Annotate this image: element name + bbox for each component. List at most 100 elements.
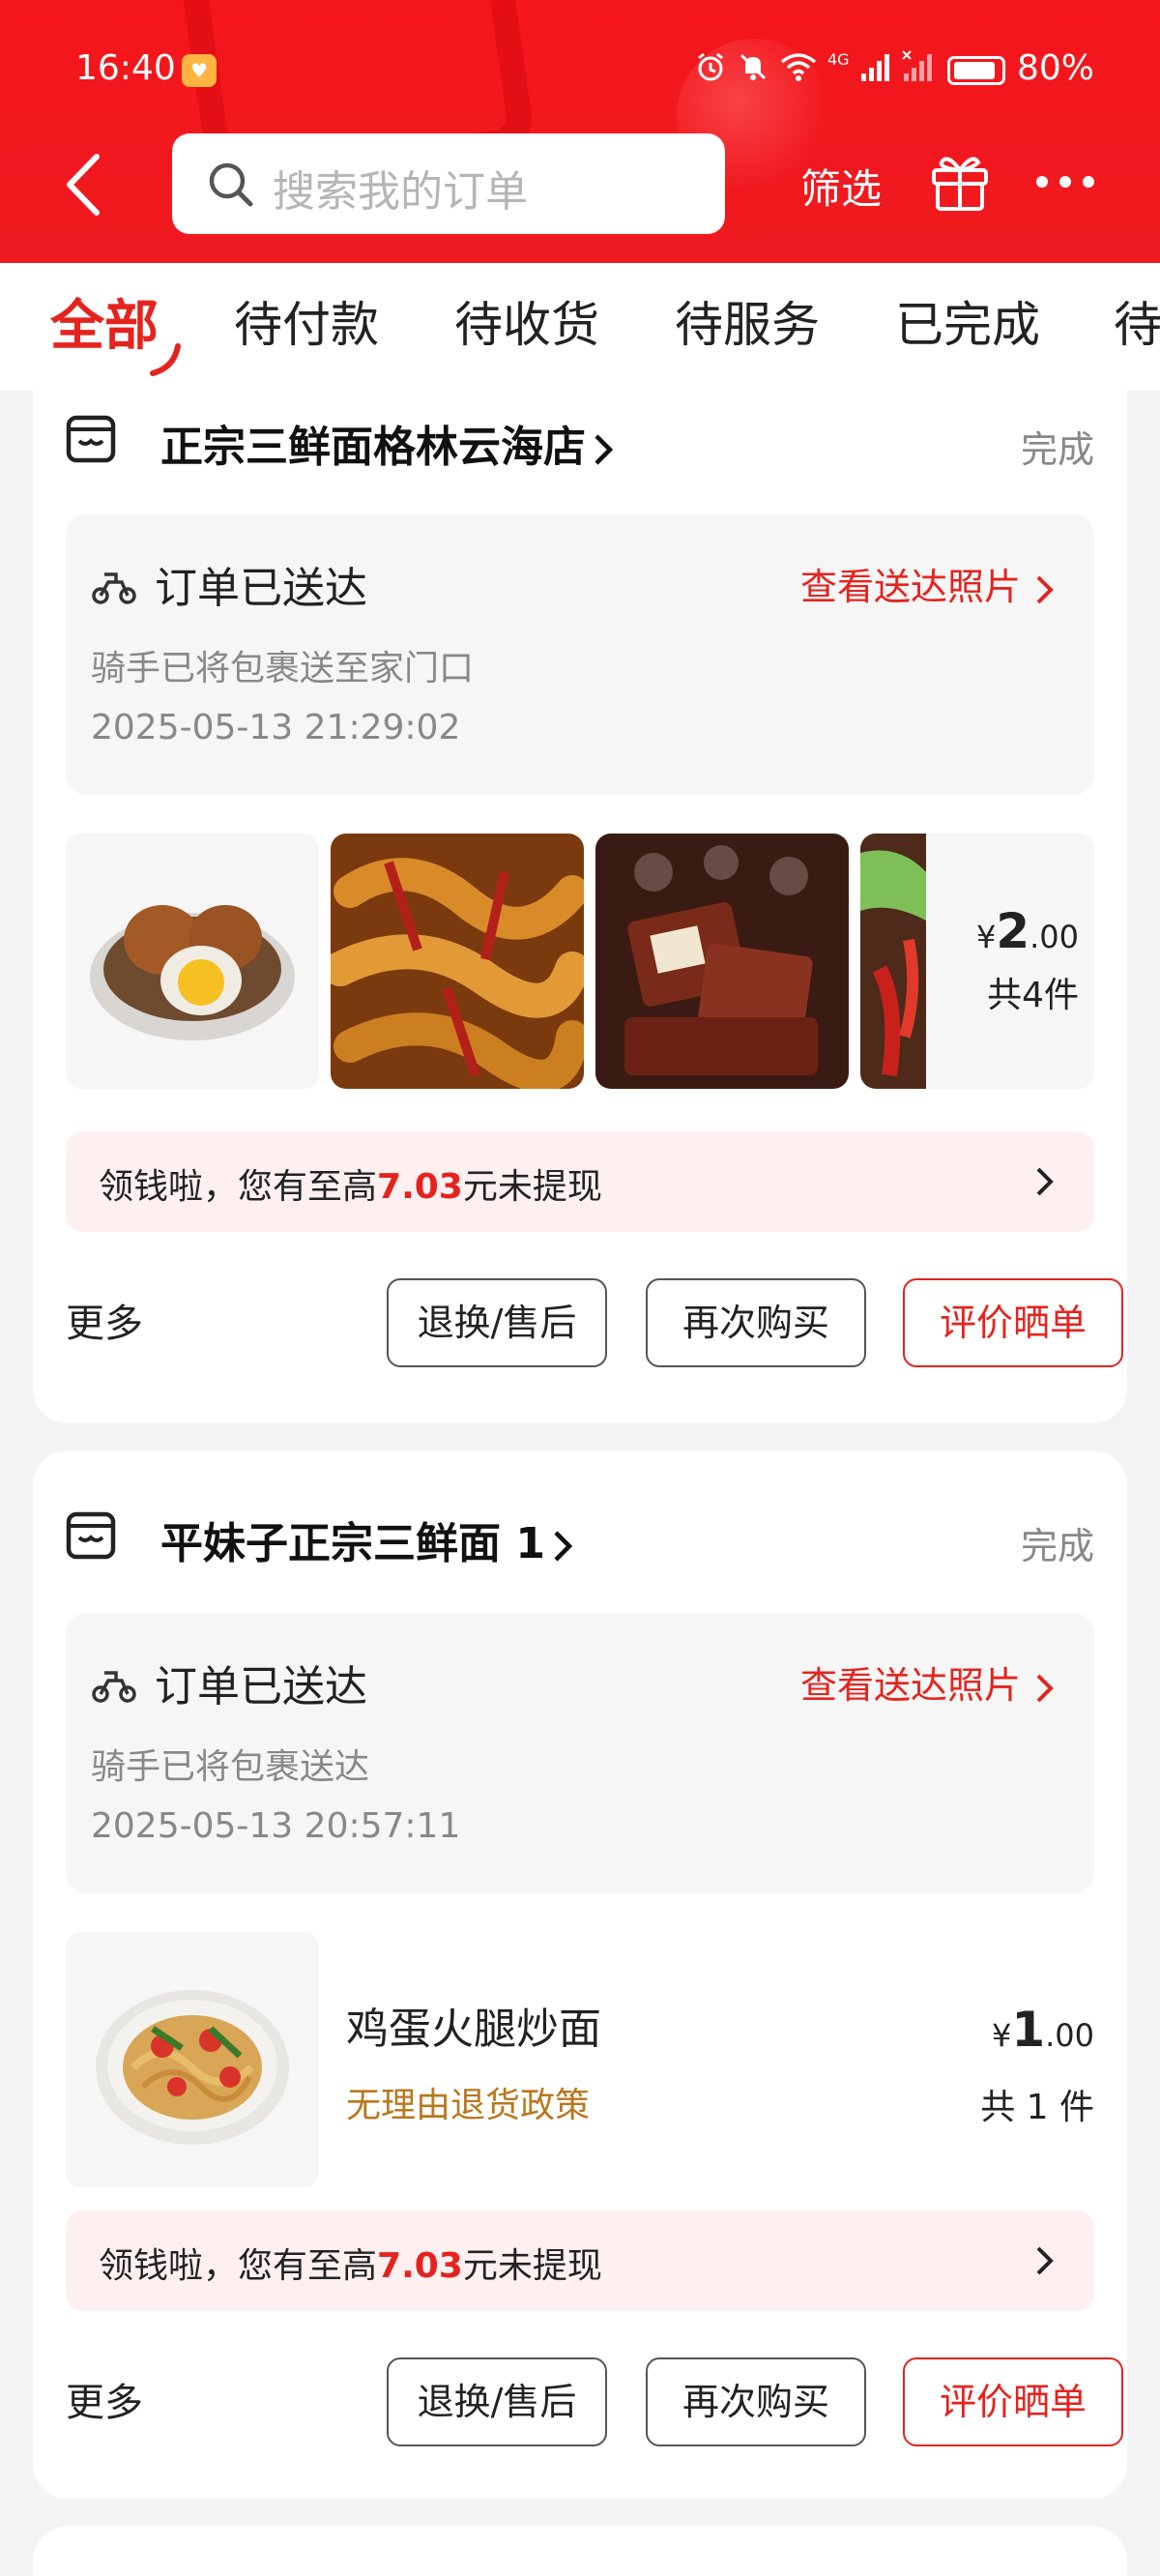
- search-input[interactable]: 搜索我的订单: [172, 133, 725, 234]
- thumb-spicy-beef-slices[interactable]: ¥2.00 共4件: [860, 834, 1094, 1089]
- view-delivery-photo-link[interactable]: 查看送达照片: [800, 1655, 1056, 1709]
- more-options-icon[interactable]: [1032, 170, 1098, 193]
- order-actions: 更多 退换/售后 再次购买 评价晒单: [66, 1278, 1123, 1367]
- spicy-chicken-feet-image: [331, 834, 584, 1089]
- order-item[interactable]: 鸡蛋火腿炒面 无理由退货政策 ¥1.00 共 1 件: [66, 1932, 1094, 2187]
- thumb-spicy-chicken-feet[interactable]: [331, 834, 584, 1089]
- status-icons: 4G: [694, 50, 935, 83]
- view-delivery-photo-link[interactable]: 查看送达照片: [800, 557, 1056, 610]
- shop-icon: [66, 415, 116, 463]
- scooter-icon: [92, 572, 136, 604]
- tab-pending-receipt[interactable]: 待收货: [454, 286, 599, 356]
- delivery-time: 2025-05-13 21:29:02: [91, 708, 461, 747]
- item-count: 共 1 件: [980, 2088, 1094, 2127]
- delivery-subtitle: 骑手已将包裹送至家门口: [91, 649, 475, 688]
- network-type: 4G: [827, 50, 850, 69]
- delivery-title: 订单已送达: [155, 1662, 367, 1712]
- item-return-policy: 无理由退货政策: [346, 2086, 591, 2125]
- chevron-right-icon: [1036, 1674, 1054, 1702]
- order-card[interactable]: 正宗三鲜面格林云海店 完成 订单已送达 查看送达照片 骑手已将包裹送至家门口 2…: [33, 383, 1127, 1423]
- wifi-icon: [780, 53, 817, 81]
- item-count: 共4件: [987, 976, 1079, 1015]
- order-card-partial[interactable]: [33, 2526, 1127, 2576]
- shop-header[interactable]: 平妹子正宗三鲜面 1 完成: [66, 1501, 1094, 1568]
- return-aftersale-button[interactable]: 退换/售后: [387, 2357, 607, 2446]
- item-price: ¥1.00: [992, 2002, 1094, 2058]
- cashback-promo[interactable]: 领钱啦，您有至高7.03元未提现: [66, 2210, 1094, 2311]
- alarm-icon: [698, 52, 723, 81]
- mute-icon: [740, 53, 767, 80]
- tab-active-indicator: [150, 343, 181, 376]
- item-thumbnail[interactable]: [66, 1932, 319, 2187]
- search-row: 搜索我的订单 筛选: [0, 132, 1160, 236]
- price-symbol: ¥: [991, 2017, 1012, 2054]
- shop-name-text: 正宗三鲜面格林云海店: [160, 423, 586, 472]
- promo-prefix: 领钱啦，您有至高: [99, 1167, 378, 1207]
- shop-header[interactable]: 正宗三鲜面格林云海店 完成: [66, 404, 1094, 472]
- promo-prefix: 领钱啦，您有至高: [99, 2246, 378, 2286]
- buy-again-button[interactable]: 再次购买: [646, 1278, 866, 1367]
- tab-completed[interactable]: 已完成: [895, 286, 1040, 356]
- battery-icon: [947, 56, 1005, 85]
- delivery-info: 订单已送达 查看送达照片 骑手已将包裹送达 2025-05-13 20:57:1…: [66, 1613, 1094, 1893]
- shop-name[interactable]: 平妹子正宗三鲜面 1: [160, 1508, 574, 1570]
- order-status: 完成: [1020, 1525, 1094, 1567]
- chevron-right-icon: [1036, 2246, 1054, 2275]
- price-int: 2: [996, 903, 1030, 959]
- gift-icon[interactable]: [928, 149, 992, 213]
- back-arrow-icon[interactable]: [58, 151, 116, 219]
- shop-name-text: 平妹子正宗三鲜面 1: [160, 1519, 545, 1568]
- delivery-info: 订单已送达 查看送达照片 骑手已将包裹送至家门口 2025-05-13 21:2…: [66, 514, 1094, 795]
- chevron-right-icon: [594, 434, 614, 465]
- chevron-right-icon: [554, 1531, 573, 1562]
- status-time: 16:40: [75, 48, 176, 88]
- buy-again-button[interactable]: 再次购买: [646, 2357, 866, 2446]
- signal-icon: [860, 54, 889, 81]
- order-price: ¥2.00 共4件: [976, 903, 1079, 1017]
- braised-eggs-image: [90, 905, 295, 1040]
- thumb-braised-eggs[interactable]: [66, 834, 319, 1089]
- review-button[interactable]: 评价晒单: [903, 2357, 1123, 2446]
- promo-amount: 7.03: [377, 1167, 463, 1207]
- item-name[interactable]: 鸡蛋火腿炒面: [346, 1994, 601, 2056]
- braised-tofu-image: [595, 834, 849, 1089]
- order-tabs: 全部 待付款 待收货 待服务 已完成 待: [0, 263, 1160, 391]
- promo-text: 领钱啦，您有至高7.03元未提现: [99, 2238, 602, 2288]
- order-card[interactable]: 平妹子正宗三鲜面 1 完成 订单已送达 查看送达照片 骑手已将包裹送达 2025…: [33, 1450, 1127, 2499]
- order-status: 完成: [1020, 428, 1094, 471]
- delivery-photo-link-text: 查看送达照片: [799, 1664, 1021, 1707]
- price-symbol: ¥: [975, 919, 997, 955]
- tab-pending-service[interactable]: 待服务: [675, 286, 820, 356]
- delivery-photo-link-text: 查看送达照片: [799, 566, 1021, 608]
- chevron-right-icon: [1036, 575, 1054, 603]
- price-dec: .00: [1045, 2017, 1094, 2054]
- order-thumbnails[interactable]: ¥2.00 共4件: [66, 834, 1094, 1089]
- review-button[interactable]: 评价晒单: [903, 1278, 1123, 1367]
- search-placeholder: 搜索我的订单: [273, 167, 528, 217]
- order-actions: 更多 退换/售后 再次购买 评价晒单: [66, 2357, 1123, 2446]
- return-aftersale-button[interactable]: 退换/售后: [387, 1278, 607, 1367]
- tab-more[interactable]: 待: [1114, 286, 1160, 356]
- more-link[interactable]: 更多: [66, 1292, 143, 1348]
- price-int: 1: [1011, 2002, 1046, 2058]
- battery-percent: 80%: [1017, 48, 1095, 88]
- chevron-right-icon: [1036, 1167, 1054, 1196]
- search-icon: [209, 162, 253, 207]
- delivery-time: 2025-05-13 20:57:11: [91, 1806, 461, 1846]
- promo-suffix: 元未提现: [462, 1167, 602, 1207]
- cashback-promo[interactable]: 领钱啦，您有至高7.03元未提现: [66, 1131, 1094, 1232]
- thumb-braised-tofu[interactable]: [595, 834, 849, 1089]
- shop-name[interactable]: 正宗三鲜面格林云海店: [160, 412, 615, 474]
- spicy-beef-slices-image: [860, 834, 926, 1089]
- fried-noodles-image: [96, 1990, 289, 2145]
- promo-suffix: 元未提现: [462, 2246, 602, 2286]
- more-link[interactable]: 更多: [66, 2371, 143, 2427]
- delivery-subtitle: 骑手已将包裹送达: [91, 1747, 370, 1787]
- promo-amount: 7.03: [377, 2246, 463, 2286]
- tab-pending-payment[interactable]: 待付款: [234, 286, 379, 356]
- tab-all[interactable]: 全部: [50, 282, 159, 361]
- filter-button[interactable]: 筛选: [800, 157, 882, 216]
- header: 16:40 ♥ 4G 80% 搜索我的订单 筛选: [0, 0, 1160, 263]
- delivery-title: 订单已送达: [155, 564, 367, 613]
- signal-2-icon: [901, 50, 932, 81]
